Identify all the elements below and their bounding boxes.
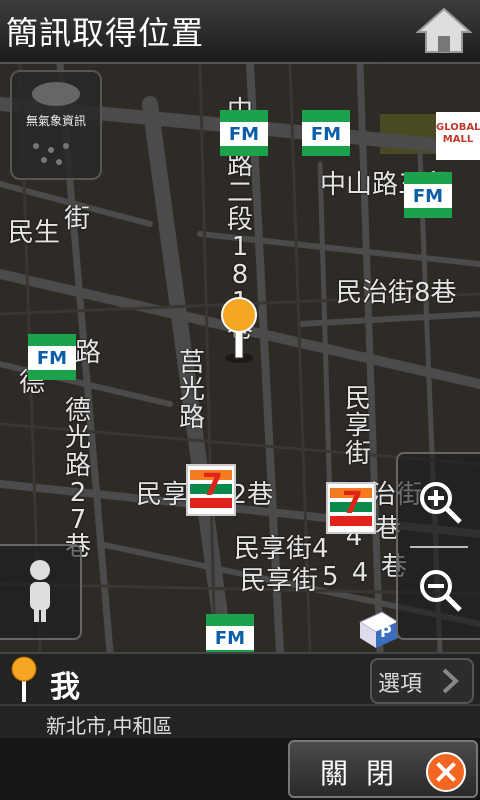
- road-label-minsheng: 民生: [8, 218, 61, 248]
- road-label-minzhi-8: 民治街8巷: [336, 278, 457, 308]
- road-label-lu: 路: [74, 338, 101, 368]
- familymart-poi-5[interactable]: FM: [206, 614, 254, 652]
- global-mall-logo[interactable]: GLOBAL MALL: [436, 112, 480, 160]
- options-button[interactable]: 選項: [370, 658, 474, 704]
- rain-drops-icon: [33, 143, 69, 165]
- road-label-5: 5: [322, 562, 339, 592]
- title-bar: 簡訊取得位置: [0, 0, 480, 64]
- road-label-minxiang: 民享街: [344, 384, 371, 469]
- zoom-out-button[interactable]: [416, 566, 464, 614]
- street-view-button[interactable]: [0, 544, 82, 640]
- close-button[interactable]: 關閉: [288, 740, 478, 798]
- location-pin-icon: [10, 656, 38, 704]
- map-view[interactable]: 無氣象資訊 中山路二段181巷 中山路三段 民生 街 民治街8巷 路 德 莒光路…: [0, 64, 480, 652]
- familymart-poi-4[interactable]: FM: [28, 334, 76, 380]
- road-label-4b: 4: [351, 558, 369, 588]
- parking-icon[interactable]: P: [352, 608, 398, 650]
- zoom-controls: [396, 452, 480, 640]
- road-label-minxiang-b: 民享街: [240, 566, 319, 596]
- my-location-pin[interactable]: [220, 296, 258, 366]
- location-info-bar: 我 選項 新北市,中和區: [0, 652, 480, 740]
- road-label-jie: 街: [64, 204, 91, 234]
- seven-eleven-poi-2[interactable]: 7: [326, 482, 376, 534]
- weather-widget[interactable]: 無氣象資訊: [10, 70, 102, 180]
- seven-eleven-poi-1[interactable]: 7: [186, 464, 236, 516]
- familymart-poi-2[interactable]: FM: [302, 110, 350, 156]
- familymart-poi-3[interactable]: FM: [404, 172, 452, 218]
- familymart-poi-1[interactable]: FM: [220, 110, 268, 156]
- cloud-rain-icon: [32, 82, 80, 106]
- person-icon: [30, 560, 50, 622]
- location-address: 新北市,中和區: [46, 714, 173, 738]
- road-label-minxiang-4: 民享街4: [234, 534, 329, 564]
- road-label-juguang: 莒光路: [178, 348, 205, 433]
- weather-label: 無氣象資訊: [25, 114, 86, 128]
- chevron-right-icon: [442, 668, 459, 694]
- bottom-bar: 關閉: [0, 738, 480, 800]
- zoom-in-button[interactable]: [416, 478, 464, 526]
- road-label-deguang-27: 德光路27巷: [64, 396, 91, 561]
- home-icon[interactable]: [415, 6, 473, 54]
- close-icon: [426, 752, 466, 792]
- location-name: 我: [50, 670, 80, 705]
- page-title: 簡訊取得位置: [6, 14, 205, 52]
